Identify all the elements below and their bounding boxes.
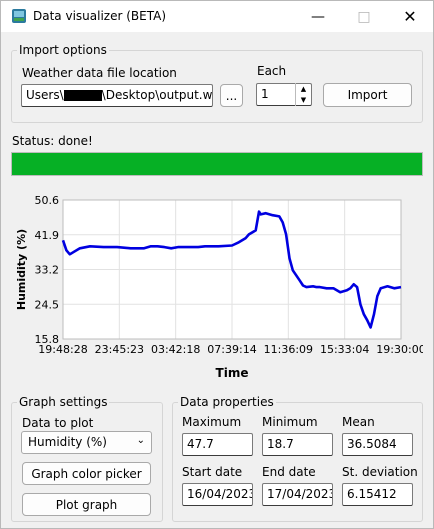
- redacted-username: [63, 90, 102, 101]
- status-text: Status: done!: [12, 134, 93, 148]
- data-to-plot-select[interactable]: Humidity (%) ⌄: [21, 431, 152, 454]
- maximize-button[interactable]: □: [341, 1, 387, 32]
- file-location-label: Weather data file location: [22, 66, 177, 80]
- title-bar[interactable]: Data visualizer (BETA) — □ ✕: [1, 1, 433, 32]
- maximum-label: Maximum: [182, 415, 242, 429]
- browse-button[interactable]: ...: [220, 84, 243, 107]
- maximize-icon: □: [357, 8, 371, 25]
- end-date-value[interactable]: 17/04/2023: [262, 483, 333, 506]
- data-to-plot-label: Data to plot: [22, 416, 94, 430]
- start-date-label: Start date: [182, 465, 243, 479]
- y-tick-label: 24.5: [35, 298, 60, 311]
- minimize-icon: —: [311, 8, 325, 25]
- data-to-plot-value: Humidity (%): [28, 435, 107, 449]
- chevron-down-icon: ⌄: [136, 435, 145, 446]
- progress-bar: [11, 152, 423, 176]
- x-tick-label: 11:36:09: [264, 343, 313, 356]
- each-value: 1: [261, 87, 269, 101]
- std-deviation-value[interactable]: 6.15412: [342, 483, 413, 506]
- start-date-value[interactable]: 16/04/2023: [182, 483, 253, 506]
- mean-value[interactable]: 36.5084: [342, 433, 413, 456]
- y-tick-label: 33.2: [35, 264, 60, 277]
- file-location-input[interactable]: Users\ \Desktop\output.wsd: [21, 84, 213, 107]
- app-icon: [12, 9, 26, 23]
- window-title: Data visualizer (BETA): [33, 9, 166, 23]
- maximum-value[interactable]: 47.7: [182, 433, 253, 456]
- minimum-label: Minimum: [262, 415, 318, 429]
- graph-settings-legend: Graph settings: [19, 395, 108, 409]
- mean-label: Mean: [342, 415, 375, 429]
- x-tick-label: 19:30:00: [376, 343, 423, 356]
- close-icon: ✕: [403, 7, 417, 26]
- each-stepper-buttons[interactable]: ▲ ▼: [295, 83, 311, 106]
- std-deviation-label: St. deviation: [342, 465, 418, 479]
- x-tick-label: 19:48:28: [38, 343, 87, 356]
- file-path-prefix: Users\: [26, 88, 64, 102]
- x-tick-label: 15:33:04: [320, 343, 369, 356]
- file-path-suffix: \Desktop\output.wsd: [101, 88, 213, 102]
- app-window: Data visualizer (BETA) — □ ✕ Import opti…: [0, 0, 434, 529]
- stepper-up-icon[interactable]: ▲: [296, 83, 311, 94]
- y-tick-label: 41.9: [35, 229, 60, 242]
- y-axis-label: Humidity (%): [15, 229, 28, 310]
- import-options-legend: Import options: [19, 43, 107, 57]
- x-tick-label: 07:39:14: [207, 343, 256, 356]
- humidity-chart: 15.824.533.241.950.619:48:28 23:45:23 03:4…: [15, 194, 423, 380]
- x-tick-label: 03:42:18: [151, 343, 200, 356]
- import-button[interactable]: Import: [323, 83, 412, 107]
- plot-graph-button[interactable]: Plot graph: [22, 493, 151, 516]
- graph-color-picker-button[interactable]: Graph color picker: [22, 462, 151, 485]
- minimize-button[interactable]: —: [295, 1, 341, 32]
- stepper-down-icon[interactable]: ▼: [296, 94, 311, 105]
- close-button[interactable]: ✕: [387, 1, 433, 32]
- y-tick-label: 50.6: [35, 194, 60, 207]
- x-tick-label: 23:45:23: [95, 343, 144, 356]
- each-label: Each: [257, 64, 287, 78]
- data-properties-legend: Data properties: [180, 395, 274, 409]
- end-date-label: End date: [262, 465, 316, 479]
- progress-fill: [12, 153, 422, 175]
- x-axis-label: Time: [216, 366, 249, 380]
- minimum-value[interactable]: 18.7: [262, 433, 333, 456]
